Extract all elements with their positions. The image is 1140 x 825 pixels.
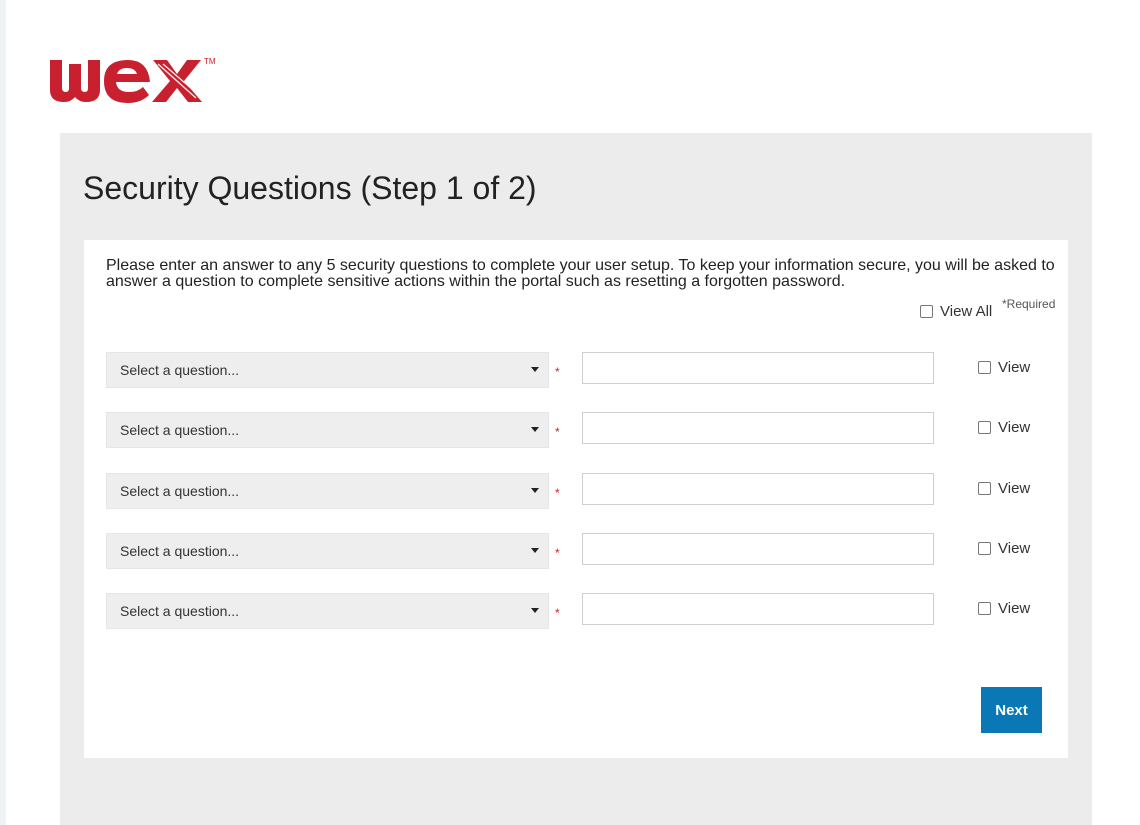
view-toggle-5[interactable]: View [978, 600, 1030, 617]
question-row-2: Select a question... * View [106, 412, 1046, 448]
wex-logo-icon: TM [50, 57, 216, 103]
wex-logo: TM [50, 52, 220, 108]
answer-input-2[interactable] [582, 412, 934, 444]
view-checkbox-3[interactable] [978, 482, 991, 495]
caret-down-icon [531, 427, 539, 432]
required-star: * [555, 606, 560, 620]
question-row-5: Select a question... * View [106, 593, 1046, 629]
required-star: * [555, 486, 560, 500]
page-title: Security Questions (Step 1 of 2) [83, 170, 537, 206]
view-label: View [998, 419, 1031, 436]
view-toggle-4[interactable]: View [978, 540, 1030, 557]
question-select-label: Select a question... [120, 483, 240, 499]
view-all-checkbox[interactable] [920, 305, 933, 318]
required-note: *Required [1002, 297, 1056, 311]
question-row-4: Select a question... * View [106, 533, 1046, 569]
caret-down-icon [531, 367, 539, 372]
next-button[interactable]: Next [981, 687, 1042, 733]
caret-down-icon [531, 548, 539, 553]
view-label: View [998, 600, 1031, 617]
view-toggle-1[interactable]: View [978, 359, 1030, 376]
answer-input-3[interactable] [582, 473, 934, 505]
view-label: View [998, 359, 1031, 376]
question-select-3[interactable]: Select a question... [106, 473, 549, 509]
view-toggle-2[interactable]: View [978, 419, 1030, 436]
view-checkbox-1[interactable] [978, 361, 991, 374]
question-select-4[interactable]: Select a question... [106, 533, 549, 569]
view-checkbox-2[interactable] [978, 421, 991, 434]
question-select-label: Select a question... [120, 362, 240, 378]
caret-down-icon [531, 488, 539, 493]
view-label: View [998, 480, 1031, 497]
caret-down-icon [531, 608, 539, 613]
view-all-toggle[interactable]: View All [920, 303, 992, 320]
question-select-label: Select a question... [120, 422, 240, 438]
required-star: * [555, 546, 560, 560]
answer-input-1[interactable] [582, 352, 934, 384]
question-select-1[interactable]: Select a question... [106, 352, 549, 388]
question-select-label: Select a question... [120, 543, 240, 559]
view-label: View [998, 540, 1031, 557]
security-questions-form: Please enter an answer to any 5 security… [84, 240, 1068, 758]
view-all-label: View All [940, 303, 993, 320]
required-star: * [555, 425, 560, 439]
answer-input-4[interactable] [582, 533, 934, 565]
security-questions-panel: Security Questions (Step 1 of 2) Please … [60, 133, 1092, 825]
question-select-2[interactable]: Select a question... [106, 412, 549, 448]
question-row-3: Select a question... * View [106, 473, 1046, 509]
answer-input-5[interactable] [582, 593, 934, 625]
question-select-label: Select a question... [120, 603, 240, 619]
question-row-1: Select a question... * View [106, 352, 1046, 388]
question-select-5[interactable]: Select a question... [106, 593, 549, 629]
view-checkbox-4[interactable] [978, 542, 991, 555]
required-star: * [555, 365, 560, 379]
page-left-edge [0, 0, 6, 825]
instructions-text: Please enter an answer to any 5 security… [106, 257, 1055, 290]
view-toggle-3[interactable]: View [978, 480, 1030, 497]
trademark-mark: TM [204, 57, 216, 66]
view-checkbox-5[interactable] [978, 602, 991, 615]
